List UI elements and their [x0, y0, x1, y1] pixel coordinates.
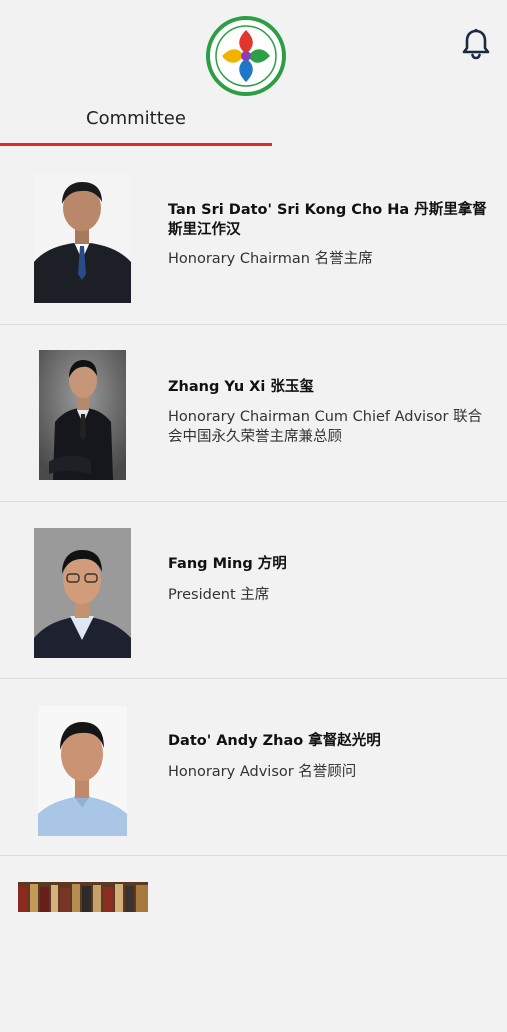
member-photo	[18, 882, 148, 912]
committee-list: Tan Sri Dato' Sri Kong Cho Ha 丹斯里拿督斯里江作汉…	[0, 148, 507, 1032]
member-name: Fang Ming 方明	[168, 556, 287, 572]
member-title: President 主席	[168, 587, 270, 603]
member-title: Honorary Chairman Cum Chief Advisor 联合会中…	[168, 409, 483, 445]
tab-committee[interactable]: Committee	[0, 100, 272, 146]
list-item[interactable]	[0, 856, 507, 1032]
member-title: Honorary Chairman 名誉主席	[168, 251, 373, 267]
list-item[interactable]: Zhang Yu Xi 张玉玺 Honorary Chairman Cum Ch…	[0, 325, 507, 502]
active-tab-indicator	[0, 143, 272, 146]
member-title: Honorary Advisor 名誉顾问	[168, 764, 357, 780]
association-logo	[206, 16, 286, 96]
tab-committee-label: Committee	[86, 108, 186, 129]
member-name: Zhang Yu Xi 张玉玺	[168, 379, 314, 395]
member-photo	[34, 174, 131, 303]
app-header: Committee	[0, 0, 507, 148]
member-name: Tan Sri Dato' Sri Kong Cho Ha 丹斯里拿督斯里江作汉	[168, 202, 487, 238]
bell-icon[interactable]	[462, 28, 490, 60]
list-item[interactable]: Fang Ming 方明 President 主席	[0, 502, 507, 679]
member-name: Dato' Andy Zhao 拿督赵光明	[168, 733, 381, 749]
member-photo	[38, 706, 127, 836]
member-photo	[34, 528, 131, 658]
member-photo	[39, 350, 126, 480]
list-item[interactable]: Tan Sri Dato' Sri Kong Cho Ha 丹斯里拿督斯里江作汉…	[0, 148, 507, 325]
list-item[interactable]: Dato' Andy Zhao 拿督赵光明 Honorary Advisor 名…	[0, 679, 507, 856]
